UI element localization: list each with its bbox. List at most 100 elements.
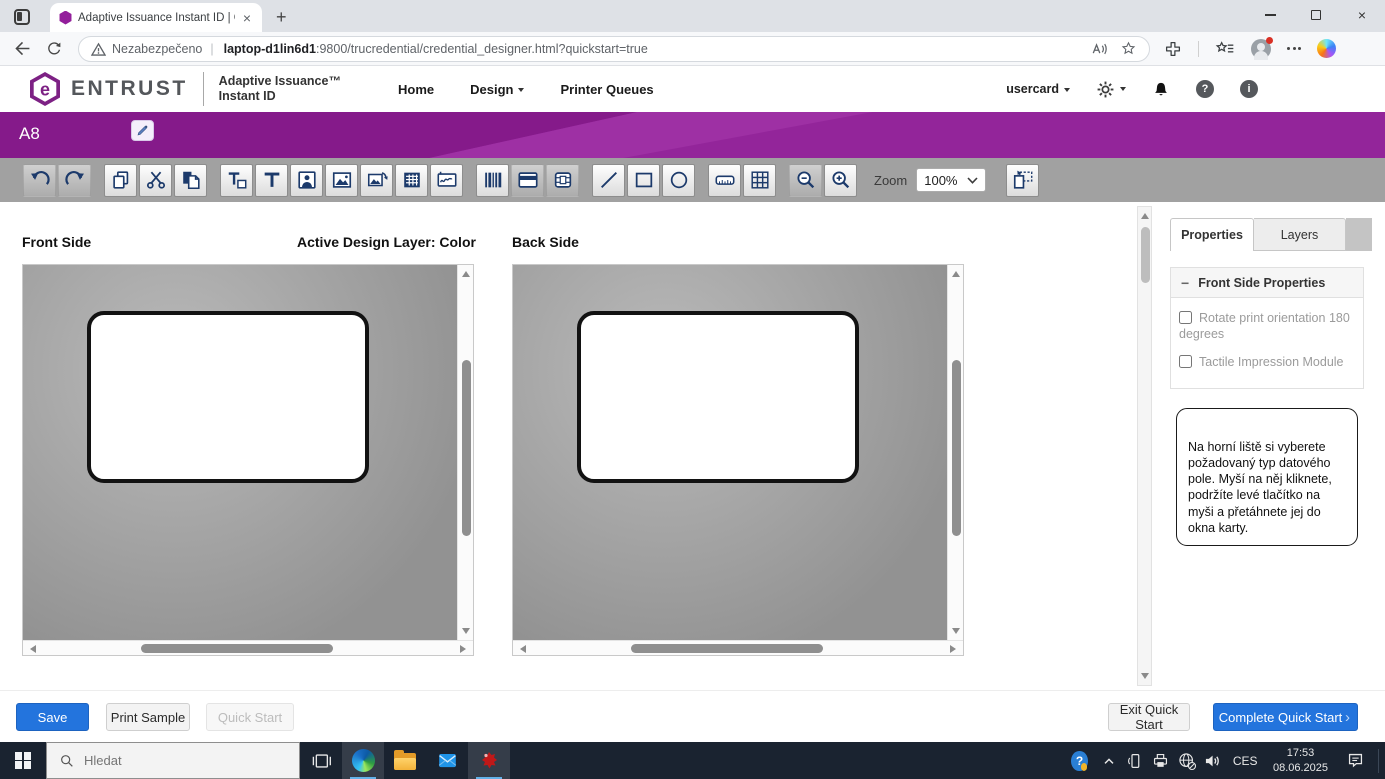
- portrait-button[interactable]: [290, 164, 323, 197]
- back-vertical-scrollbar[interactable]: [947, 265, 963, 640]
- save-button[interactable]: Save: [16, 703, 89, 731]
- front-card-design-surface[interactable]: [87, 311, 369, 483]
- scrollbar-thumb[interactable]: [462, 360, 471, 536]
- window-minimize-button[interactable]: [1247, 0, 1293, 30]
- language-indicator[interactable]: CES: [1226, 754, 1265, 768]
- taskbar-search[interactable]: [46, 742, 300, 779]
- file-explorer-button[interactable]: [384, 742, 426, 779]
- nav-design[interactable]: Design: [470, 82, 524, 97]
- tray-expand-button[interactable]: [1097, 742, 1120, 779]
- redo-button[interactable]: [58, 164, 91, 197]
- new-tab-button[interactable]: +: [276, 8, 287, 26]
- notifications-button[interactable]: [1152, 80, 1170, 99]
- section-header[interactable]: − Front Side Properties: [1171, 268, 1363, 298]
- profile-avatar[interactable]: [1251, 39, 1271, 59]
- scroll-right-arrow[interactable]: [460, 645, 466, 653]
- search-input[interactable]: [84, 753, 264, 768]
- refresh-button[interactable]: [45, 40, 63, 58]
- form-button[interactable]: [395, 164, 428, 197]
- page-vertical-scrollbar[interactable]: [1137, 206, 1152, 686]
- copy-button[interactable]: [104, 164, 137, 197]
- scroll-left-arrow[interactable]: [520, 645, 526, 653]
- signature-button[interactable]: [430, 164, 463, 197]
- action-center-button[interactable]: [1344, 742, 1367, 779]
- tab-layers[interactable]: Layers: [1254, 218, 1346, 251]
- copilot-icon[interactable]: [1317, 39, 1336, 58]
- rectangle-button[interactable]: [627, 164, 660, 197]
- tray-help-button[interactable]: ?: [1071, 742, 1094, 779]
- back-button[interactable]: [13, 39, 32, 58]
- browser-menu-icon[interactable]: [1287, 47, 1301, 50]
- help-button[interactable]: ?: [1196, 80, 1214, 98]
- zoom-out-button[interactable]: [789, 164, 822, 197]
- grid-button[interactable]: [743, 164, 776, 197]
- tactile-impression-checkbox[interactable]: [1179, 355, 1192, 368]
- address-bar[interactable]: Nezabezpečeno | laptop-d1lin6d1 :9800/tr…: [78, 36, 1150, 62]
- scroll-down-arrow[interactable]: [462, 628, 470, 634]
- card-orientation-button[interactable]: [1006, 164, 1039, 197]
- magstripe-button[interactable]: [511, 164, 544, 197]
- back-horizontal-scrollbar[interactable]: [513, 640, 963, 655]
- front-horizontal-scrollbar[interactable]: [23, 640, 473, 655]
- scroll-up-arrow[interactable]: [1141, 213, 1149, 219]
- edit-design-name-button[interactable]: [131, 120, 154, 141]
- back-design-area[interactable]: [513, 265, 947, 640]
- zoom-in-button[interactable]: [824, 164, 857, 197]
- quick-start-button[interactable]: Quick Start: [206, 703, 294, 731]
- undo-button[interactable]: [23, 164, 56, 197]
- image-button[interactable]: [325, 164, 358, 197]
- scroll-up-arrow[interactable]: [462, 271, 470, 277]
- tray-printer-button[interactable]: [1149, 742, 1172, 779]
- barcode-button[interactable]: [476, 164, 509, 197]
- dynamic-image-button[interactable]: [360, 164, 393, 197]
- text-field-button[interactable]: [220, 164, 253, 197]
- task-view-button[interactable]: [300, 742, 342, 779]
- smart-chip-button[interactable]: [546, 164, 579, 197]
- collapse-icon[interactable]: −: [1181, 275, 1189, 291]
- tray-network-button[interactable]: [1175, 742, 1198, 779]
- taskbar-clock[interactable]: 17:53 08.06.2025: [1268, 746, 1334, 775]
- exit-quick-start-button[interactable]: Exit Quick Start: [1108, 703, 1190, 731]
- browser-tab[interactable]: Adaptive Issuance Instant ID | Cre ×: [50, 3, 262, 32]
- scroll-right-arrow[interactable]: [950, 645, 956, 653]
- favorites-bar-icon[interactable]: [1215, 40, 1235, 57]
- ruler-button[interactable]: [708, 164, 741, 197]
- scrollbar-thumb[interactable]: [141, 644, 333, 653]
- start-button[interactable]: [0, 742, 46, 779]
- front-vertical-scrollbar[interactable]: [457, 265, 473, 640]
- front-design-area[interactable]: [23, 265, 457, 640]
- info-button[interactable]: i: [1240, 80, 1258, 98]
- rotate-print-checkbox[interactable]: [1179, 311, 1192, 324]
- nav-printer-queues[interactable]: Printer Queues: [560, 82, 653, 97]
- tray-phone-button[interactable]: [1123, 742, 1146, 779]
- mail-button[interactable]: [426, 742, 468, 779]
- scroll-down-arrow[interactable]: [1141, 673, 1149, 679]
- read-aloud-icon[interactable]: [1090, 41, 1108, 57]
- browser-essentials-icon[interactable]: [1164, 40, 1182, 58]
- show-desktop-button[interactable]: [1378, 749, 1379, 773]
- tab-properties[interactable]: Properties: [1170, 218, 1254, 251]
- settings-menu[interactable]: [1096, 80, 1126, 99]
- red-app-button[interactable]: [468, 742, 510, 779]
- scroll-down-arrow[interactable]: [952, 628, 960, 634]
- user-menu[interactable]: usercard: [1006, 82, 1070, 96]
- circle-button[interactable]: [662, 164, 695, 197]
- scroll-left-arrow[interactable]: [30, 645, 36, 653]
- back-card-design-surface[interactable]: [577, 311, 859, 483]
- zoom-select[interactable]: 100%: [916, 168, 986, 192]
- scrollbar-thumb[interactable]: [1141, 227, 1150, 283]
- nav-home[interactable]: Home: [398, 82, 434, 97]
- tab-close-icon[interactable]: ×: [241, 11, 253, 25]
- tab-actions-icon[interactable]: [14, 9, 30, 25]
- static-text-button[interactable]: [255, 164, 288, 197]
- complete-quick-start-button[interactable]: Complete Quick Start ›: [1213, 703, 1358, 731]
- scrollbar-thumb[interactable]: [631, 644, 823, 653]
- scroll-up-arrow[interactable]: [952, 271, 960, 277]
- cut-button[interactable]: [139, 164, 172, 197]
- window-maximize-button[interactable]: [1293, 0, 1339, 30]
- tray-volume-button[interactable]: [1201, 742, 1224, 779]
- edge-taskbar-button[interactable]: [342, 742, 384, 779]
- window-close-button[interactable]: ×: [1339, 0, 1385, 30]
- paste-button[interactable]: [174, 164, 207, 197]
- favorite-star-icon[interactable]: [1120, 40, 1137, 57]
